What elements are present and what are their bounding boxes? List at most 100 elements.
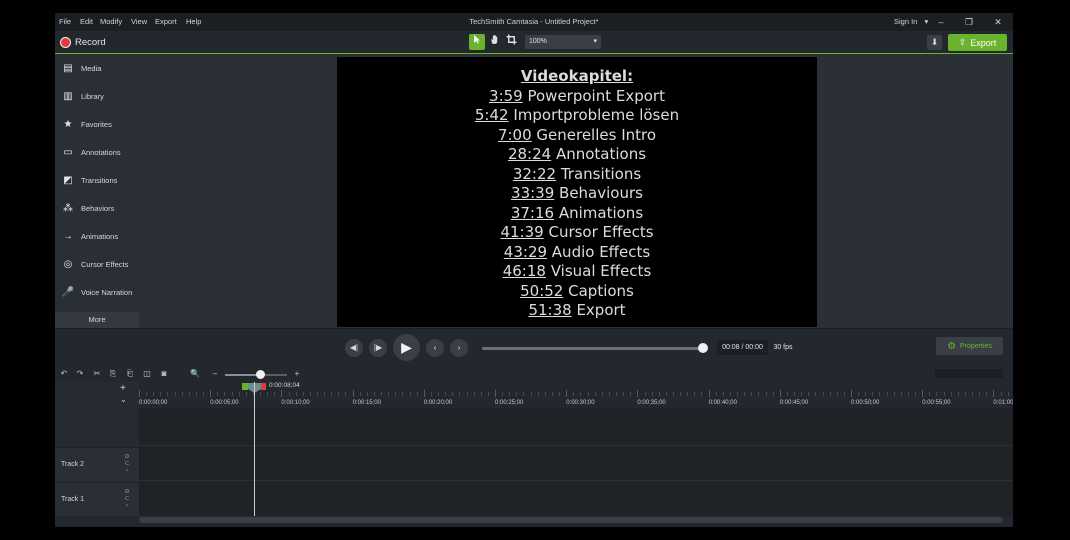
more-button[interactable]: More xyxy=(55,312,139,328)
minimize-icon[interactable]: – xyxy=(934,15,948,29)
zoom-level-select[interactable]: 100% ▾ xyxy=(525,35,601,49)
ruler-tick-label: 0:00:05;00 xyxy=(210,400,239,406)
ruler-tick xyxy=(587,392,589,396)
ruler-tick xyxy=(452,392,454,396)
ruler-tick xyxy=(1007,392,1009,396)
sign-in-label: Sign In xyxy=(894,17,918,26)
camera-snapshot-icon[interactable]: ◙ xyxy=(158,368,170,380)
split-icon[interactable]: ◫ xyxy=(141,368,153,380)
timeline-toolbar: ↶ ↷ ✂ ⎘ ⎗ ◫ ◙ 🔍 – + xyxy=(55,366,1013,382)
next-marker-icon[interactable]: › xyxy=(450,339,468,357)
microphone-icon: 🎤 xyxy=(61,286,75,298)
video-preview[interactable]: Videokapitel: 3:59 Powerpoint Export 5:42… xyxy=(337,57,817,327)
sidebar-item-media[interactable]: ▤ Media xyxy=(55,54,139,82)
undo-icon[interactable]: ↶ xyxy=(58,368,70,380)
out-point-marker[interactable] xyxy=(261,383,266,390)
zoom-out-icon[interactable]: – xyxy=(209,368,221,380)
copy-icon[interactable]: ⎘ xyxy=(107,368,119,380)
export-button[interactable]: ⇪ Export xyxy=(948,34,1007,51)
properties-button[interactable]: ⚙ Properties xyxy=(936,337,1003,355)
chapter-item: 33:39 Behaviours xyxy=(337,184,817,204)
in-point-marker[interactable] xyxy=(242,383,248,390)
track-header-track-1[interactable]: Track 1 ⊙ ⊂ ▫ xyxy=(55,482,139,516)
sidebar-item-label: Favorites xyxy=(81,119,112,129)
record-button[interactable]: Record xyxy=(60,34,106,50)
sidebar-item-library[interactable]: ▥ Library xyxy=(55,82,139,110)
hand-pan-icon[interactable] xyxy=(486,34,502,50)
chapter-time: 37:16 xyxy=(510,203,555,222)
play-icon[interactable]: ▶ xyxy=(393,334,420,361)
fps-readout: 30 fps xyxy=(773,344,793,351)
camtasia-window: File Edit Modify View Export Help TechSm… xyxy=(55,13,1013,527)
timeline-overview-bar[interactable] xyxy=(935,369,1003,378)
playback-scrubber[interactable] xyxy=(482,347,704,350)
ruler-tick xyxy=(231,392,233,396)
ruler-tick xyxy=(523,392,525,396)
ruler-tick xyxy=(943,392,945,396)
sidebar-item-cursor-effects[interactable]: ◎ Cursor Effects xyxy=(55,250,139,278)
ruler-tick xyxy=(993,390,995,397)
ruler-tick xyxy=(822,392,824,396)
ruler-tick xyxy=(758,392,760,396)
track-lock-mute-icon[interactable]: ⊙ ⊂ ▫ xyxy=(122,454,132,475)
track-header-track-2[interactable]: Track 2 ⊙ ⊂ ▫ xyxy=(55,447,139,481)
ruler-tick xyxy=(459,392,461,396)
chevron-down-icon[interactable]: ⌄ xyxy=(120,395,127,404)
chapter-time: 3:59 xyxy=(489,86,523,105)
chapter-item: 50:52 Captions xyxy=(337,282,817,302)
ruler-tick xyxy=(644,392,646,396)
ruler-tick xyxy=(345,392,347,396)
add-track-icon[interactable]: + xyxy=(120,383,126,394)
library-icon: ▥ xyxy=(63,90,73,102)
sidebar-item-transitions[interactable]: ◩ Transitions xyxy=(55,166,139,194)
sidebar-item-label: Behaviors xyxy=(81,203,115,213)
close-icon[interactable]: ✕ xyxy=(991,15,1005,29)
ruler-tick xyxy=(665,392,667,396)
track-area[interactable] xyxy=(139,408,1013,516)
ruler-tick xyxy=(260,392,262,396)
ruler-tick xyxy=(402,392,404,396)
step-forward-icon[interactable]: |▶ xyxy=(369,339,387,357)
chapter-title: Annotations xyxy=(551,145,647,163)
redo-icon[interactable]: ↷ xyxy=(74,368,86,380)
chapter-time: 51:38 xyxy=(528,301,572,319)
sidebar-item-voice-narration[interactable]: 🎤 Voice Narration xyxy=(55,278,139,306)
ruler-tick xyxy=(979,392,981,396)
crop-icon[interactable] xyxy=(503,34,519,50)
horizontal-scrollbar[interactable] xyxy=(139,517,1003,523)
chapter-item: 51:38 Export xyxy=(337,301,817,321)
restore-icon[interactable]: ❐ xyxy=(962,15,976,29)
ruler-tick xyxy=(843,392,845,396)
sidebar-item-annotations[interactable]: ▭ Annotations xyxy=(55,138,139,166)
zoom-in-icon[interactable]: + xyxy=(291,368,303,380)
sidebar-item-animations[interactable]: → Animations xyxy=(55,222,139,250)
ruler-tick xyxy=(722,392,724,396)
sign-in-button[interactable]: Sign In ▾ xyxy=(894,17,928,26)
download-icon[interactable]: ⬇ xyxy=(927,35,942,50)
ruler-tick xyxy=(701,392,703,396)
previous-marker-icon[interactable]: ‹ xyxy=(426,339,444,357)
sidebar-item-favorites[interactable]: ★ Favorites xyxy=(55,110,139,138)
scrubber-handle[interactable] xyxy=(698,343,708,353)
ruler-tick xyxy=(836,392,838,396)
ruler-tick xyxy=(167,392,169,396)
ruler-tick xyxy=(495,390,496,397)
ruler-tick xyxy=(416,392,418,396)
ruler-tick xyxy=(687,392,689,396)
paste-icon[interactable]: ⎗ xyxy=(124,368,136,380)
ruler-tick xyxy=(858,392,860,396)
ruler-tick xyxy=(473,392,475,396)
track-lock-mute-icon[interactable]: ⊙ ⊂ ▫ xyxy=(122,489,132,510)
cut-icon[interactable]: ✂ xyxy=(91,368,103,380)
ruler-tick xyxy=(630,392,632,396)
sidebar-item-behaviors[interactable]: ⁂ Behaviors xyxy=(55,194,139,222)
ruler-tick xyxy=(238,392,240,396)
ruler-tick xyxy=(139,390,140,397)
ruler-tick xyxy=(680,392,682,396)
ruler-tick xyxy=(288,392,290,396)
step-back-icon[interactable]: ◀| xyxy=(345,339,363,357)
chapter-title: Importprobleme lösen xyxy=(508,106,680,124)
zoom-slider-handle[interactable] xyxy=(256,370,265,379)
ruler-tick xyxy=(801,392,803,396)
arrow-pointer-icon[interactable] xyxy=(469,34,485,50)
